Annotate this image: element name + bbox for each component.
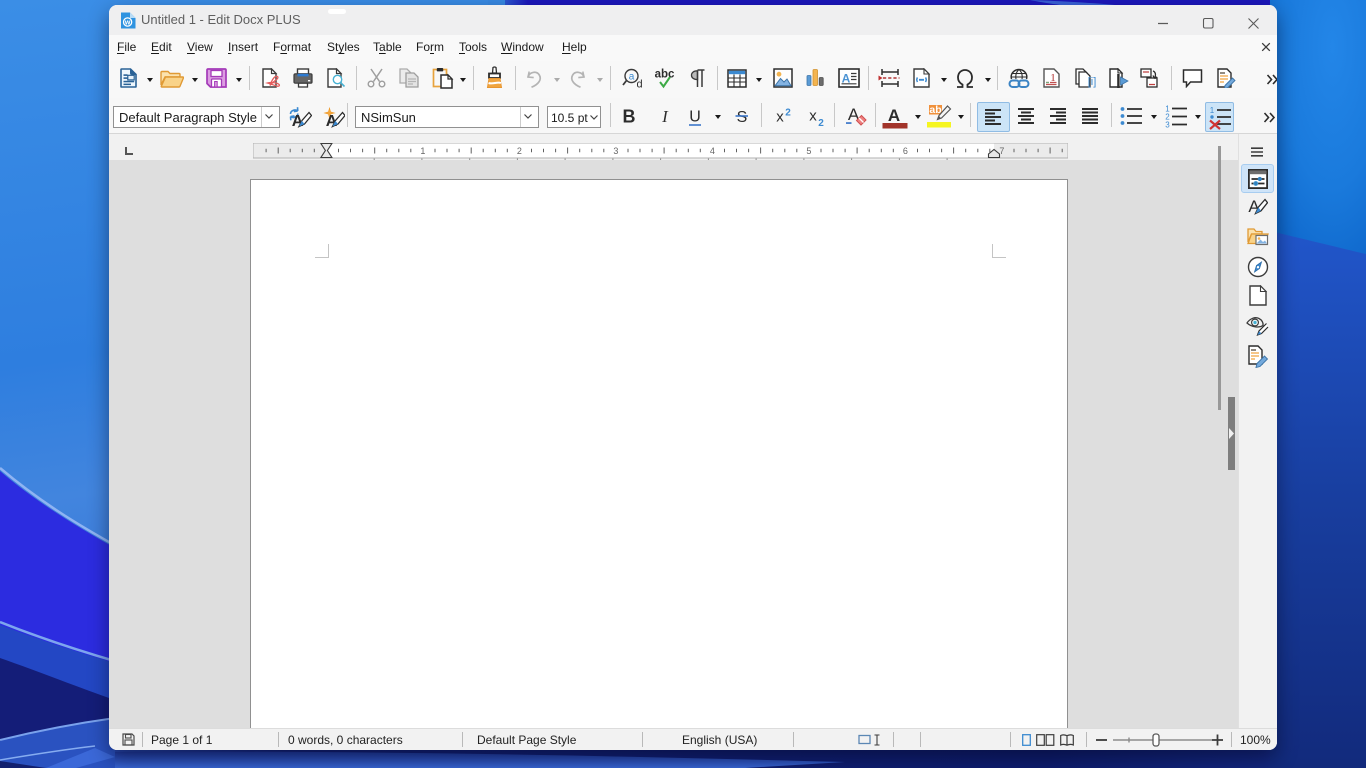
svg-text:2: 2 — [516, 146, 521, 156]
svg-text:x: x — [809, 108, 817, 125]
svg-text:d: d — [636, 79, 642, 90]
svg-text:2: 2 — [785, 108, 791, 119]
svg-text:S: S — [737, 109, 748, 126]
svg-text:2: 2 — [818, 118, 824, 127]
svg-text:1: 1 — [1210, 106, 1215, 115]
svg-text:abc: abc — [655, 69, 675, 81]
svg-text:6: 6 — [902, 146, 907, 156]
svg-text:5: 5 — [806, 146, 811, 156]
svg-text:[i]: [i] — [1088, 76, 1097, 88]
svg-text:x: x — [776, 109, 784, 125]
svg-text:4: 4 — [709, 146, 714, 156]
svg-text:3: 3 — [1165, 121, 1170, 129]
svg-text:1: 1 — [420, 146, 425, 156]
svg-text:7: 7 — [999, 146, 1004, 156]
svg-text:A: A — [888, 107, 900, 125]
svg-text:B: B — [623, 107, 636, 126]
svg-text:I: I — [661, 107, 669, 126]
svg-text:w: w — [124, 20, 131, 27]
svg-text:a: a — [629, 72, 635, 83]
svg-text:3: 3 — [613, 146, 618, 156]
svg-text:U: U — [689, 109, 701, 126]
